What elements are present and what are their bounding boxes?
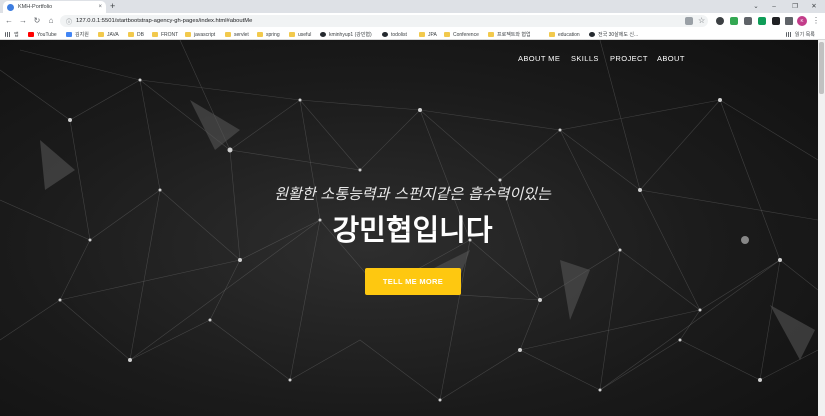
nav-skills[interactable]: SKILLS <box>571 54 599 63</box>
tell-me-more-button[interactable]: TELL ME MORE <box>365 268 461 295</box>
forward-button[interactable]: → <box>18 16 28 26</box>
nav-about[interactable]: ABOUT <box>657 54 685 63</box>
address-bar[interactable]: ⓘ 127.0.0.1:5501/startbootstrap-agency-g… <box>60 15 708 27</box>
bookmark-folder[interactable]: servlet <box>225 29 249 40</box>
folder-icon <box>257 32 263 37</box>
hero-headline: 강민협입니다 <box>332 213 493 247</box>
globe-icon <box>589 32 595 37</box>
bookmark-folder[interactable]: FRONT <box>152 29 178 40</box>
reading-list[interactable]: 읽기 목록 <box>786 29 815 40</box>
favicon-icon <box>7 3 14 11</box>
minimize-button[interactable]: – <box>763 0 785 13</box>
bookmark-folder[interactable]: JAVA <box>98 29 119 40</box>
reload-button[interactable]: ↻ <box>32 16 42 26</box>
bookmark-folder[interactable]: 프로젝트와 협업 <box>488 29 531 40</box>
browser-tab-strip: KMH-Portfolio × + ⌄ – ❐ ✕ <box>0 0 825 13</box>
bookmark-folder[interactable]: useful <box>289 29 311 40</box>
extension-icon-2[interactable] <box>730 17 738 25</box>
extension-icon-1[interactable] <box>716 17 724 25</box>
folder-icon <box>289 32 295 37</box>
tab-title: KMH-Portfolio <box>18 4 53 10</box>
extension-icon-5[interactable] <box>772 17 780 25</box>
folder-icon <box>225 32 231 37</box>
github-icon <box>320 32 326 37</box>
star-icon[interactable]: ☆ <box>698 17 706 25</box>
menu-kebab-icon[interactable]: ⋮ <box>811 16 821 26</box>
nav-about-me[interactable]: ABOUT ME <box>518 54 560 63</box>
apps-grid-icon <box>5 32 11 37</box>
folder-icon <box>128 32 134 37</box>
bookmark-folder[interactable]: Conference <box>444 29 479 40</box>
bookmark-item[interactable]: 전국 30살에도 신... <box>589 29 638 40</box>
browser-tab[interactable]: KMH-Portfolio × <box>3 1 106 13</box>
bookmark-youtube[interactable]: YouTube <box>28 29 57 40</box>
bookmark-icon <box>66 32 72 37</box>
bookmark-folder[interactable]: education <box>549 29 580 40</box>
bookmark-apps[interactable]: 앱 <box>5 29 19 40</box>
reading-list-icon <box>786 32 792 37</box>
hero-subtitle: 원활한 소통능력과 스펀지같은 흡수력이있는 <box>274 185 551 203</box>
bookmark-folder[interactable]: javascript <box>185 29 215 40</box>
bookmark-item[interactable]: todolist <box>382 29 407 40</box>
bookmark-folder[interactable]: spring <box>257 29 280 40</box>
translate-icon[interactable] <box>685 17 693 25</box>
bookmark-github[interactable]: kminhyup1 (강민협) <box>320 29 372 40</box>
new-tab-button[interactable]: + <box>110 1 115 12</box>
back-button[interactable]: ← <box>4 16 14 26</box>
close-window-button[interactable]: ✕ <box>803 0 825 13</box>
home-button[interactable]: ⌂ <box>46 16 56 26</box>
folder-icon <box>419 32 425 37</box>
globe-icon <box>382 32 388 37</box>
profile-avatar[interactable]: K <box>797 16 807 26</box>
bookmark-folder[interactable]: JPA <box>419 29 437 40</box>
page-scrollbar[interactable] <box>818 40 825 416</box>
folder-icon <box>444 32 450 37</box>
site-info-icon[interactable]: ⓘ <box>66 17 72 26</box>
url-text: 127.0.0.1:5501/startbootstrap-agency-gh-… <box>76 18 253 24</box>
bookmarks-bar: 앱 YouTube 김지원 JAVA DB FRONT javascript s… <box>0 29 825 40</box>
folder-icon <box>98 32 104 37</box>
bookmark-item[interactable]: 김지원 <box>66 29 89 40</box>
puzzle-icon[interactable] <box>785 17 793 25</box>
folder-icon <box>185 32 191 37</box>
folder-icon <box>152 32 158 37</box>
tab-close-icon[interactable]: × <box>98 4 102 10</box>
folder-icon <box>488 32 494 37</box>
extension-icon-4[interactable] <box>758 17 766 25</box>
bookmark-folder[interactable]: DB <box>128 29 144 40</box>
scrollbar-thumb[interactable] <box>819 42 824 94</box>
youtube-icon <box>28 32 34 37</box>
browser-toolbar: ← → ↻ ⌂ ⓘ 127.0.0.1:5501/startbootstrap-… <box>0 13 825 29</box>
nav-project[interactable]: PROJECT <box>610 54 648 63</box>
extension-icon-3[interactable] <box>744 17 752 25</box>
folder-icon <box>549 32 555 37</box>
